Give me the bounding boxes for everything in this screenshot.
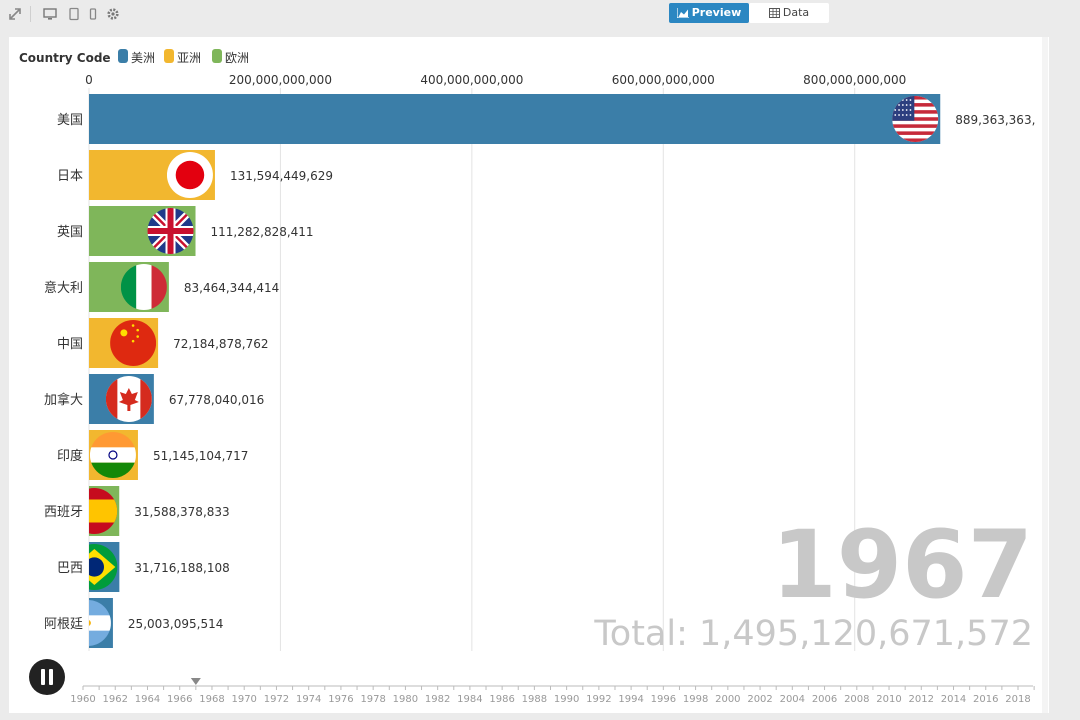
timeline-label[interactable]: 2008 — [844, 694, 869, 705]
timeline-label[interactable]: 1978 — [360, 694, 385, 705]
timeline-label[interactable]: 1964 — [135, 694, 160, 705]
legend-swatch — [118, 49, 128, 63]
category-label: 西班牙 — [44, 505, 83, 520]
value-label: 131,594,449,629 — [230, 169, 333, 183]
year-label: 1967 — [771, 511, 1033, 620]
timeline-label[interactable]: 2000 — [715, 694, 740, 705]
x-tick-label: 800,000,000,000 — [803, 73, 906, 87]
timeline-label[interactable]: 2010 — [876, 694, 901, 705]
bar-row: 巴西 31,716,188,108 — [57, 542, 230, 592]
canada-flag-icon — [105, 376, 152, 422]
category-label: 中国 — [57, 337, 83, 352]
timeline-label[interactable]: 1980 — [393, 694, 418, 705]
category-label: 美国 — [57, 113, 83, 128]
timeline-handle[interactable] — [190, 678, 201, 685]
value-label: 67,778,040,016 — [169, 393, 264, 407]
timeline-label[interactable]: 1986 — [489, 694, 514, 705]
category-label: 印度 — [57, 448, 83, 464]
us-flag-icon — [892, 96, 939, 142]
legend-swatch — [212, 49, 222, 63]
year-overlay: 1967Total: 1,495,120,671,572 — [593, 511, 1033, 654]
bar-row: 英国 111,282,828,411 — [57, 206, 314, 256]
timeline-label[interactable]: 1974 — [296, 694, 321, 705]
bar-row: 日本 131,594,449,629 — [57, 150, 333, 200]
timeline-label[interactable]: 1962 — [103, 694, 128, 705]
timeline-label[interactable]: 1998 — [683, 694, 708, 705]
pause-button[interactable] — [29, 659, 65, 695]
value-label: 25,003,095,514 — [128, 617, 223, 631]
bar-row: 意大利 83,464,344,414 — [44, 262, 279, 312]
value-label: 51,145,104,717 — [153, 449, 248, 463]
timeline-label[interactable]: 1970 — [231, 694, 256, 705]
timeline-label[interactable]: 1960 — [70, 694, 95, 705]
timeline-label[interactable]: 2014 — [941, 694, 966, 705]
japan-flag-icon — [166, 152, 213, 198]
category-label: 意大利 — [44, 280, 83, 296]
timeline-label[interactable]: 1972 — [264, 694, 289, 705]
value-label: 889,363,363,1( — [955, 113, 1047, 127]
bar-row: 印度 51,145,104,717 — [57, 430, 248, 480]
x-tick-label: 600,000,000,000 — [612, 73, 715, 87]
timeline-label[interactable]: 2004 — [780, 694, 805, 705]
timeline-label[interactable]: 2012 — [909, 694, 934, 705]
legend: Country Code 美洲 亚洲 欧洲 — [19, 49, 249, 65]
value-label: 72,184,878,762 — [173, 337, 268, 351]
timeline-label[interactable]: 1996 — [651, 694, 676, 705]
category-label: 巴西 — [57, 561, 83, 576]
value-label: 83,464,344,414 — [184, 281, 279, 295]
china-flag-icon — [110, 320, 157, 366]
category-label: 日本 — [57, 169, 83, 184]
value-label: 31,716,188,108 — [134, 561, 229, 575]
timeline-label[interactable]: 2016 — [973, 694, 998, 705]
category-label: 英国 — [57, 225, 83, 240]
legend-swatch — [164, 49, 174, 63]
legend-title: Country Code — [19, 51, 111, 65]
x-tick-label: 200,000,000,000 — [229, 73, 332, 87]
bar-row: 美国 889,363,363,1( — [57, 94, 1047, 144]
timeline-label[interactable]: 1968 — [199, 694, 224, 705]
timeline-label[interactable]: 1990 — [554, 694, 579, 705]
x-axis-ticks: 0 200,000,000,000 400,000,000,000 600,000,0… — [85, 73, 906, 87]
value-label: 111,282,828,411 — [211, 225, 314, 239]
timeline: 1960 1962 1964 1966 1968 1970 1972 1974 1976 1978… — [29, 659, 1035, 705]
category-label: 加拿大 — [44, 392, 83, 408]
timeline-label[interactable]: 1988 — [522, 694, 547, 705]
bar-row: 西班牙 31,588,378,833 — [44, 486, 230, 536]
total-label: Total: 1,495,120,671,572 — [593, 614, 1033, 654]
timeline-label[interactable]: 1976 — [328, 694, 353, 705]
x-tick-label: 400,000,000,000 — [420, 73, 523, 87]
timeline-label[interactable]: 1994 — [618, 694, 643, 705]
bar-row: 阿根廷 25,003,095,514 — [44, 598, 223, 648]
india-flag-icon — [89, 432, 136, 478]
timeline-label[interactable]: 2006 — [812, 694, 837, 705]
legend-label: 欧洲 — [225, 51, 249, 65]
timeline-label[interactable]: 2018 — [1005, 694, 1030, 705]
x-tick-label: 0 — [85, 73, 93, 87]
timeline-label[interactable]: 2002 — [747, 694, 772, 705]
legend-label: 亚洲 — [177, 51, 201, 65]
bar-row: 加拿大 67,778,040,016 — [44, 374, 264, 424]
timeline-label[interactable]: 1982 — [425, 694, 450, 705]
timeline-label[interactable]: 1992 — [586, 694, 611, 705]
timeline-label[interactable]: 1966 — [167, 694, 192, 705]
value-label: 31,588,378,833 — [134, 505, 229, 519]
bar-chart-race: Country Code 美洲 亚洲 欧洲 0 200,000,000,000 400,0… — [19, 49, 1047, 705]
italy-flag-icon — [120, 264, 167, 310]
legend-label: 美洲 — [131, 51, 155, 65]
timeline-label[interactable]: 1984 — [457, 694, 482, 705]
uk-flag-icon — [147, 208, 194, 254]
bar — [89, 94, 941, 144]
category-label: 阿根廷 — [44, 617, 83, 632]
